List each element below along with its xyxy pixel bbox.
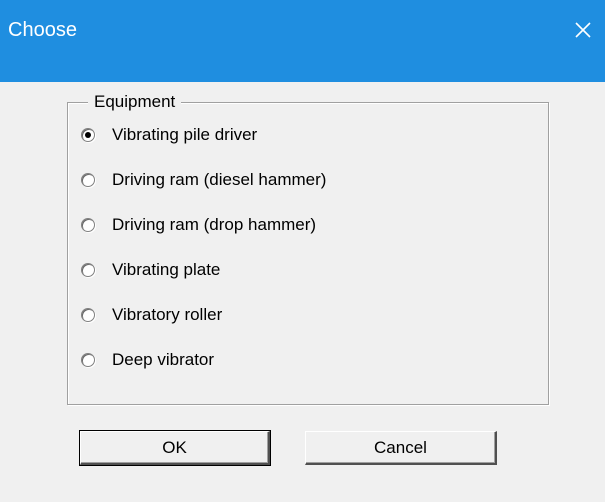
radio-dot-icon: [85, 132, 91, 138]
radio-label: Deep vibrator: [112, 350, 215, 369]
radio-label: Driving ram (diesel hammer): [112, 170, 327, 189]
dialog-body: Equipment Vibrating pile driver Driving …: [0, 82, 605, 502]
close-button[interactable]: [569, 16, 597, 44]
radio-driving-ram-diesel-hammer[interactable]: Driving ram (diesel hammer): [81, 165, 326, 195]
radio-label: Driving ram (drop hammer): [112, 215, 317, 234]
choose-dialog: Choose Equipment Vibrating pile driver D…: [0, 0, 605, 502]
radio-button[interactable]: [81, 263, 95, 277]
radio-button[interactable]: [81, 218, 95, 232]
radio-button-selected[interactable]: [81, 128, 95, 142]
close-icon: [573, 20, 593, 40]
equipment-group: Equipment Vibrating pile driver Driving …: [67, 92, 549, 405]
cancel-button[interactable]: Cancel: [305, 431, 497, 465]
radio-button[interactable]: [81, 173, 95, 187]
radio-button[interactable]: [81, 353, 95, 367]
radio-label: Vibratory roller: [112, 305, 223, 324]
radio-label: Vibrating plate: [112, 260, 221, 279]
radio-vibratory-roller[interactable]: Vibratory roller: [81, 300, 222, 330]
window-title: Choose: [8, 19, 77, 41]
radio-button[interactable]: [81, 308, 95, 322]
ok-button[interactable]: OK: [79, 430, 271, 466]
radio-deep-vibrator[interactable]: Deep vibrator: [81, 345, 214, 375]
equipment-group-label: Equipment: [88, 92, 182, 112]
radio-driving-ram-drop-hammer[interactable]: Driving ram (drop hammer): [81, 210, 316, 240]
radio-vibrating-plate[interactable]: Vibrating plate: [81, 255, 220, 285]
radio-label: Vibrating pile driver: [112, 125, 258, 144]
radio-vibrating-pile-driver[interactable]: Vibrating pile driver: [81, 120, 257, 150]
title-bar[interactable]: Choose: [0, 0, 605, 82]
